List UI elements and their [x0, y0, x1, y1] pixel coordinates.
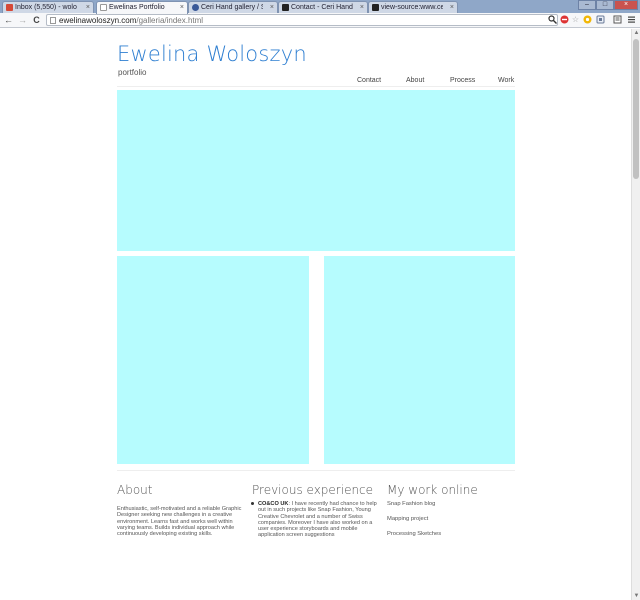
tab-strip: Inbox (5,550) - wolo × Ewelinas Portfoli… [0, 0, 640, 14]
close-icon[interactable]: × [180, 2, 184, 13]
tab-view-source[interactable]: view-source:www.ce × [368, 1, 458, 13]
star-icon[interactable]: ☆ [571, 15, 580, 24]
gallery-tile-large[interactable] [117, 90, 515, 251]
url-host: ewelinawoloszyn.com [59, 16, 137, 25]
tab-label: Inbox (5,550) - wolo [15, 4, 77, 11]
extension-icon[interactable] [596, 15, 605, 24]
experience-heading: Previous experience [252, 483, 374, 497]
link-mapping-project[interactable]: Mapping project [387, 516, 428, 522]
link-processing-sketches[interactable]: Processing Sketches [387, 531, 441, 537]
back-button[interactable]: ← [3, 14, 14, 26]
experience-list: CO&CO UK: I have recently had chance to … [251, 501, 380, 539]
footer-divider [117, 470, 515, 471]
close-icon[interactable]: × [86, 2, 90, 13]
tab-inbox[interactable]: Inbox (5,550) - wolo × [2, 1, 94, 13]
gmail-icon [6, 4, 13, 11]
scrollbar-thumb[interactable] [633, 39, 639, 179]
tab-label: Ceri Hand gallery / S [201, 4, 263, 11]
gallery-tile-right[interactable] [324, 256, 515, 464]
link-snap-fashion-blog[interactable]: Snap Fashion blog [387, 501, 435, 507]
forward-button[interactable]: → [17, 14, 28, 26]
search-icon[interactable] [548, 15, 557, 24]
close-icon[interactable]: × [270, 2, 274, 13]
site-subtitle: portfolio [118, 68, 147, 77]
nav-work[interactable]: Work [498, 77, 514, 84]
tab-label: Contact - Ceri Hand [291, 4, 353, 11]
tab-label: view-source:www.ce [381, 4, 443, 11]
page-icon [100, 4, 107, 11]
scroll-down-icon[interactable]: ▼ [632, 592, 640, 600]
nav-contact[interactable]: Contact [357, 77, 381, 84]
maximize-button[interactable]: □ [596, 0, 614, 10]
experience-company: CO&CO UK [258, 501, 289, 507]
tab-contact-ceri-hand[interactable]: Contact - Ceri Hand × [278, 1, 368, 13]
ch-logo-icon [372, 4, 379, 11]
close-icon[interactable]: × [360, 2, 364, 13]
extension-icon[interactable] [613, 15, 622, 24]
scroll-up-icon[interactable]: ▲ [632, 29, 640, 37]
tab-portfolio[interactable]: Ewelinas Portfolio × [96, 1, 188, 14]
tab-ceri-hand-gallery[interactable]: Ceri Hand gallery / S × [188, 1, 278, 13]
nav-process[interactable]: Process [450, 77, 475, 84]
page-scrollbar[interactable]: ▲ ▼ [631, 29, 640, 600]
url-path: /galleria/index.html [136, 16, 204, 25]
reload-button[interactable]: C [31, 14, 42, 26]
stop-icon[interactable] [560, 15, 569, 24]
page-icon [50, 17, 56, 24]
site-title[interactable]: Ewelina Woloszyn [117, 42, 307, 66]
site-icon [192, 4, 199, 11]
window-close-button[interactable]: × [614, 0, 638, 10]
list-bullet [251, 502, 254, 505]
settings-icon[interactable] [627, 15, 636, 24]
ch-logo-icon [282, 4, 289, 11]
close-icon[interactable]: × [450, 2, 454, 13]
experience-text: : I have recently had chance to help out… [258, 501, 377, 539]
extension-icon[interactable] [583, 15, 592, 24]
browser-toolbar: ← → C ewelinawoloszyn.com/galleria/index… [0, 13, 640, 28]
tab-label: Ewelinas Portfolio [109, 4, 165, 11]
about-text: Enthusiastic, self-motivated and a relia… [117, 506, 242, 538]
url-text: ewelinawoloszyn.com/galleria/index.html [59, 15, 203, 26]
header-divider [117, 86, 515, 87]
about-heading: About [117, 483, 153, 497]
address-bar[interactable]: ewelinawoloszyn.com/galleria/index.html [46, 14, 558, 26]
minimize-button[interactable]: – [578, 0, 596, 10]
nav-about[interactable]: About [406, 77, 424, 84]
online-heading: My work online [387, 483, 478, 497]
gallery-tile-left[interactable] [117, 256, 309, 464]
